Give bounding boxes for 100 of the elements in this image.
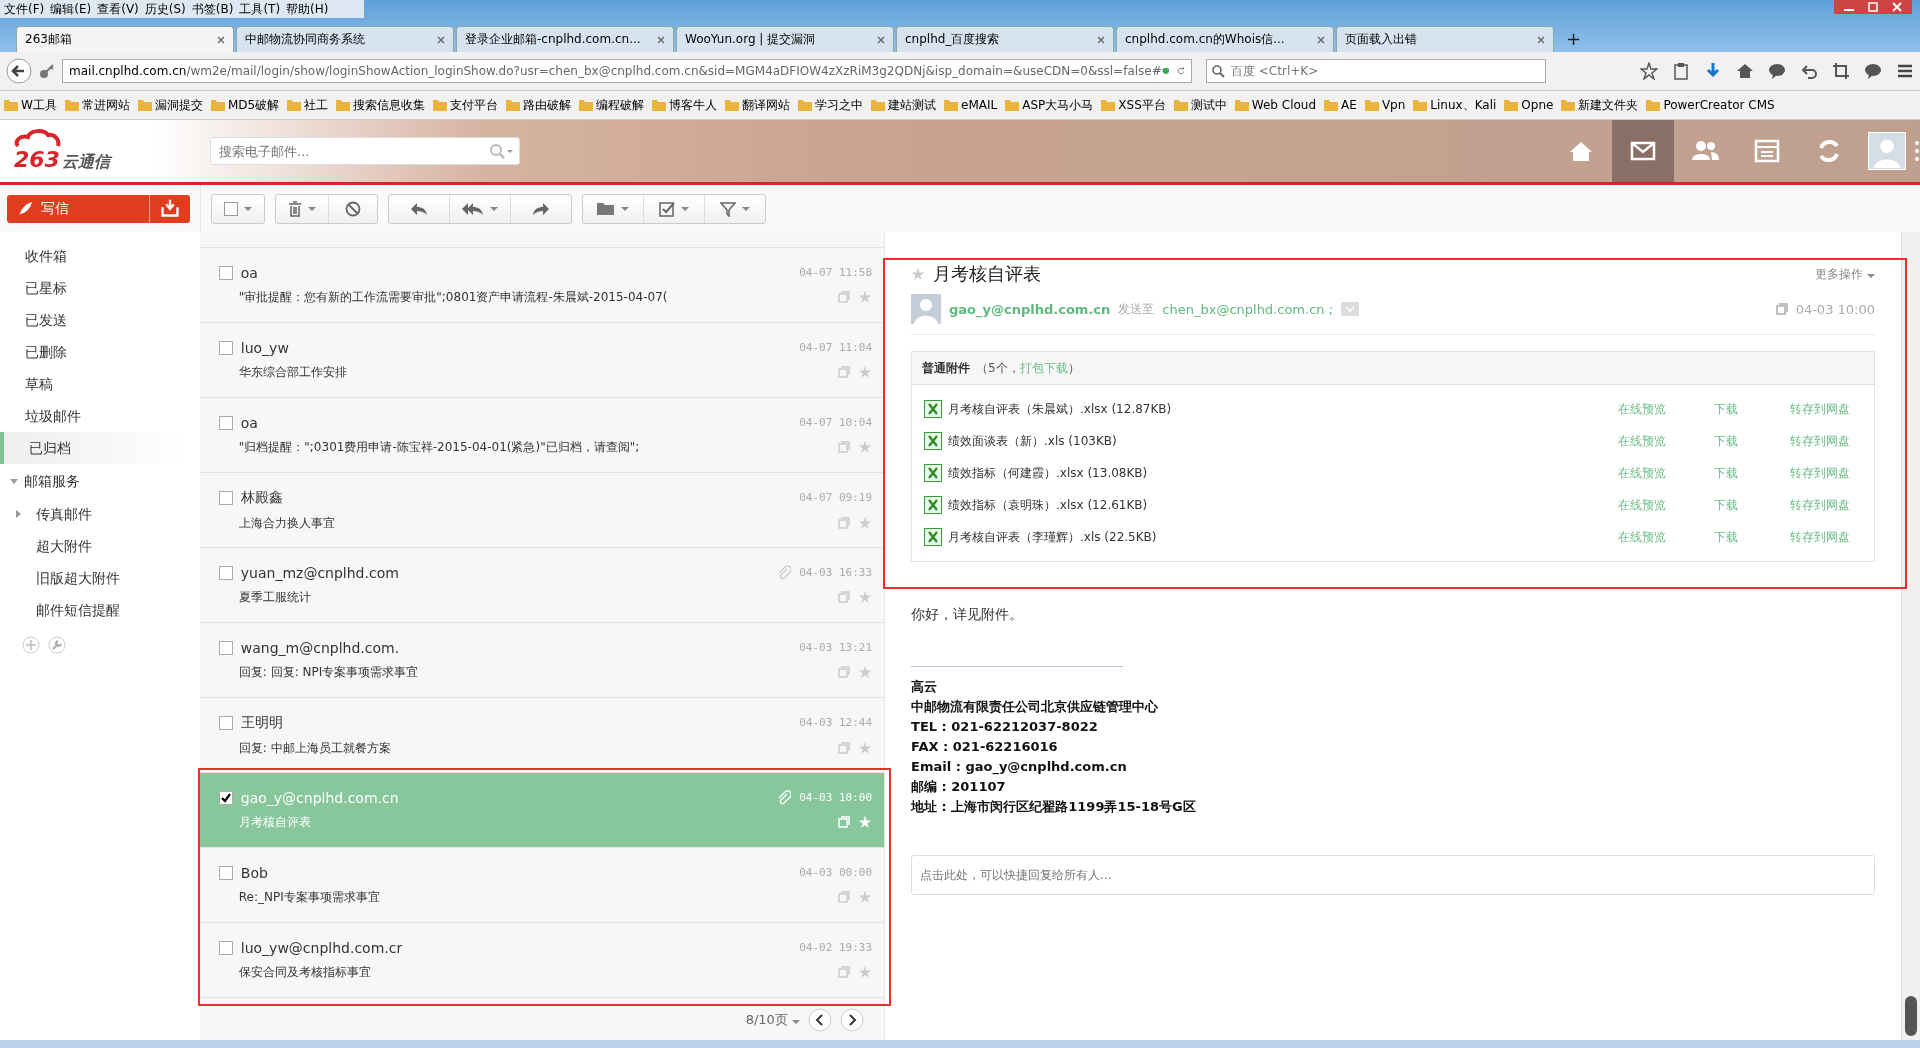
row-checkbox[interactable] <box>218 790 233 805</box>
message-row[interactable]: 林殿鑫 04-07 09:19 上海合力换人事宜 <box>199 473 884 548</box>
menu-item[interactable]: 文件(F) <box>4 0 45 18</box>
star-icon[interactable] <box>858 590 872 604</box>
quick-reply-field[interactable]: 点击此处，可以快捷回复给所有人... <box>911 855 1875 895</box>
star-icon[interactable] <box>858 290 872 304</box>
wrench-icon[interactable] <box>48 636 66 654</box>
folder-item[interactable]: 垃圾邮件 <box>0 400 200 432</box>
message-row[interactable]: yuan_mz@cnplhd.com 04-03 16:33 夏季工服统计 <box>199 548 884 623</box>
folder-item[interactable]: 已删除 <box>0 336 200 368</box>
services-heading[interactable]: 邮箱服务 <box>0 464 200 498</box>
bookmark[interactable]: 社工 <box>287 96 329 114</box>
close-icon[interactable] <box>1890 2 1904 12</box>
copy-icon[interactable] <box>838 966 850 978</box>
copy-icon[interactable] <box>838 441 850 453</box>
row-checkbox[interactable] <box>218 640 233 655</box>
copy-icon[interactable] <box>838 517 850 529</box>
web-search-field[interactable]: 百度 <Ctrl+K> <box>1206 59 1546 83</box>
browser-tab[interactable]: 登录企业邮箱-cnplhd.com.cn... <box>456 26 674 52</box>
bookmark[interactable]: 支付平台 <box>433 96 499 114</box>
bookmark[interactable]: PowerCreator CMS <box>1646 98 1775 112</box>
menu-item[interactable]: 编辑(E) <box>50 0 92 18</box>
service-item[interactable]: 旧版超大附件 <box>0 562 200 594</box>
star-icon[interactable] <box>858 665 872 679</box>
row-checkbox[interactable] <box>218 865 233 880</box>
message-row[interactable]: oa 04-07 10:04 "归档提醒：";0301费用申请-陈宝祥-2015-04-01(紧急)"已归档，请查阅"; <box>199 398 884 473</box>
bookmark[interactable]: 常进网站 <box>64 96 130 114</box>
bookmark[interactable]: Web Cloud <box>1234 98 1317 112</box>
copy-icon[interactable] <box>838 742 850 754</box>
star-icon[interactable] <box>1640 62 1658 80</box>
bookmark[interactable]: MD5破解 <box>210 96 280 114</box>
menu-icon[interactable] <box>1896 62 1914 80</box>
star-icon[interactable] <box>858 890 872 904</box>
next-page-icon[interactable] <box>840 1008 864 1032</box>
message-row[interactable]: oa 04-07 11:58 "审批提醒：您有新的工作流需要审批";0801资产申请流程-朱晨斌-2015-04-07( <box>199 248 884 323</box>
row-checkbox[interactable] <box>218 940 233 955</box>
mail-search-field[interactable]: 搜索电子邮件... <box>210 137 520 165</box>
bookmark[interactable]: eMAIL <box>944 98 998 112</box>
star-icon[interactable] <box>858 365 872 379</box>
menu-item[interactable]: 历史(S) <box>144 0 186 18</box>
bookmark[interactable]: 新建文件夹 <box>1561 96 1639 114</box>
add-icon[interactable] <box>22 636 40 654</box>
star-icon[interactable] <box>858 965 872 979</box>
key-icon[interactable] <box>38 62 56 80</box>
bookmark[interactable]: XSS平台 <box>1101 96 1166 114</box>
folder-item[interactable]: 已发送 <box>0 304 200 336</box>
download-icon[interactable] <box>1704 62 1722 80</box>
chat-icon[interactable] <box>1864 62 1882 80</box>
folder-item[interactable]: 收件箱 <box>0 240 200 272</box>
bookmark[interactable]: ASP大马小马 <box>1005 96 1094 114</box>
close-icon[interactable] <box>657 35 665 44</box>
message-row[interactable]: luo_yw@cnplhd.com.cr 04-02 19:33 保安合同及考核指标事宜 <box>199 923 884 998</box>
inbox-icon[interactable] <box>149 194 190 223</box>
service-item[interactable]: 邮件短信提醒 <box>0 594 200 626</box>
search-icon[interactable] <box>489 143 513 159</box>
service-item[interactable]: 传真邮件 <box>0 498 200 530</box>
browser-tab[interactable]: WooYun.org | 提交漏洞 <box>676 26 894 52</box>
bookmark[interactable]: 学习之中 <box>798 96 864 114</box>
menu-item[interactable]: 帮助(H) <box>286 0 329 18</box>
close-icon[interactable] <box>437 35 445 44</box>
compose-button[interactable]: 写信 <box>7 194 149 223</box>
more-icon[interactable] <box>1914 139 1920 163</box>
star-icon[interactable] <box>858 741 872 755</box>
copy-icon[interactable] <box>838 816 850 828</box>
bookmark[interactable]: 测试中 <box>1173 96 1227 114</box>
previous-page-icon[interactable] <box>808 1008 832 1032</box>
mail-icon[interactable] <box>1612 120 1674 182</box>
close-icon[interactable] <box>877 35 885 44</box>
browser-tab[interactable]: 263邮箱 <box>16 26 234 52</box>
star-icon[interactable] <box>858 440 872 454</box>
expand-icon[interactable] <box>1341 302 1360 316</box>
page-selector[interactable]: 8/10页 <box>745 1011 800 1029</box>
address-bar[interactable]: mail.cnplhd.com.cn/wm2e/mail/login/show/loginShowAction_loginShow.do?usr=chen_bx@cnplhd.com.cn&sid=MGM4aDFIOW4zXzRiM3g2QDNj&isp_domain=&useCDN=0&ssl=false# <box>62 59 1192 83</box>
row-checkbox[interactable] <box>218 265 233 280</box>
scrollbar[interactable] <box>1901 232 1920 1040</box>
row-checkbox[interactable] <box>218 715 233 730</box>
menu-item[interactable]: 工具(T) <box>239 0 281 18</box>
bookmark[interactable]: AE <box>1324 98 1357 112</box>
home-icon[interactable] <box>1736 62 1754 80</box>
close-icon[interactable] <box>1097 35 1105 44</box>
copy-icon[interactable] <box>1775 303 1788 315</box>
bookmark[interactable]: Linux、Kali <box>1413 96 1497 114</box>
row-checkbox[interactable] <box>218 415 233 430</box>
copy-icon[interactable] <box>838 366 850 378</box>
search-input[interactable]: 搜索电子邮件... <box>217 142 489 160</box>
back-icon[interactable] <box>6 58 32 84</box>
message-row[interactable]: luo_yw 04-07 11:04 华东综合部工作安排 <box>199 323 884 398</box>
row-checkbox[interactable] <box>218 340 233 355</box>
browser-tab[interactable]: 页面载入出错 <box>1336 26 1554 52</box>
copy-icon[interactable] <box>838 291 850 303</box>
chat-icon[interactable] <box>1768 62 1786 80</box>
more-actions-menu[interactable]: 更多操作 <box>1815 265 1875 283</box>
bookmark[interactable]: 翻译网站 <box>725 96 791 114</box>
avatar-icon[interactable] <box>1868 132 1906 170</box>
bookmark[interactable]: 建站测试 <box>871 96 937 114</box>
copy-icon[interactable] <box>838 666 850 678</box>
browser-tab[interactable]: cnplhd_百度搜索 <box>896 26 1114 52</box>
message-row[interactable]: wang_m@cnplhd.com. 04-03 13:21 回复: 回复: NPI专案事项需求事宜 <box>199 623 884 698</box>
undo-icon[interactable] <box>1800 62 1818 80</box>
service-item[interactable]: 超大附件 <box>0 530 200 562</box>
